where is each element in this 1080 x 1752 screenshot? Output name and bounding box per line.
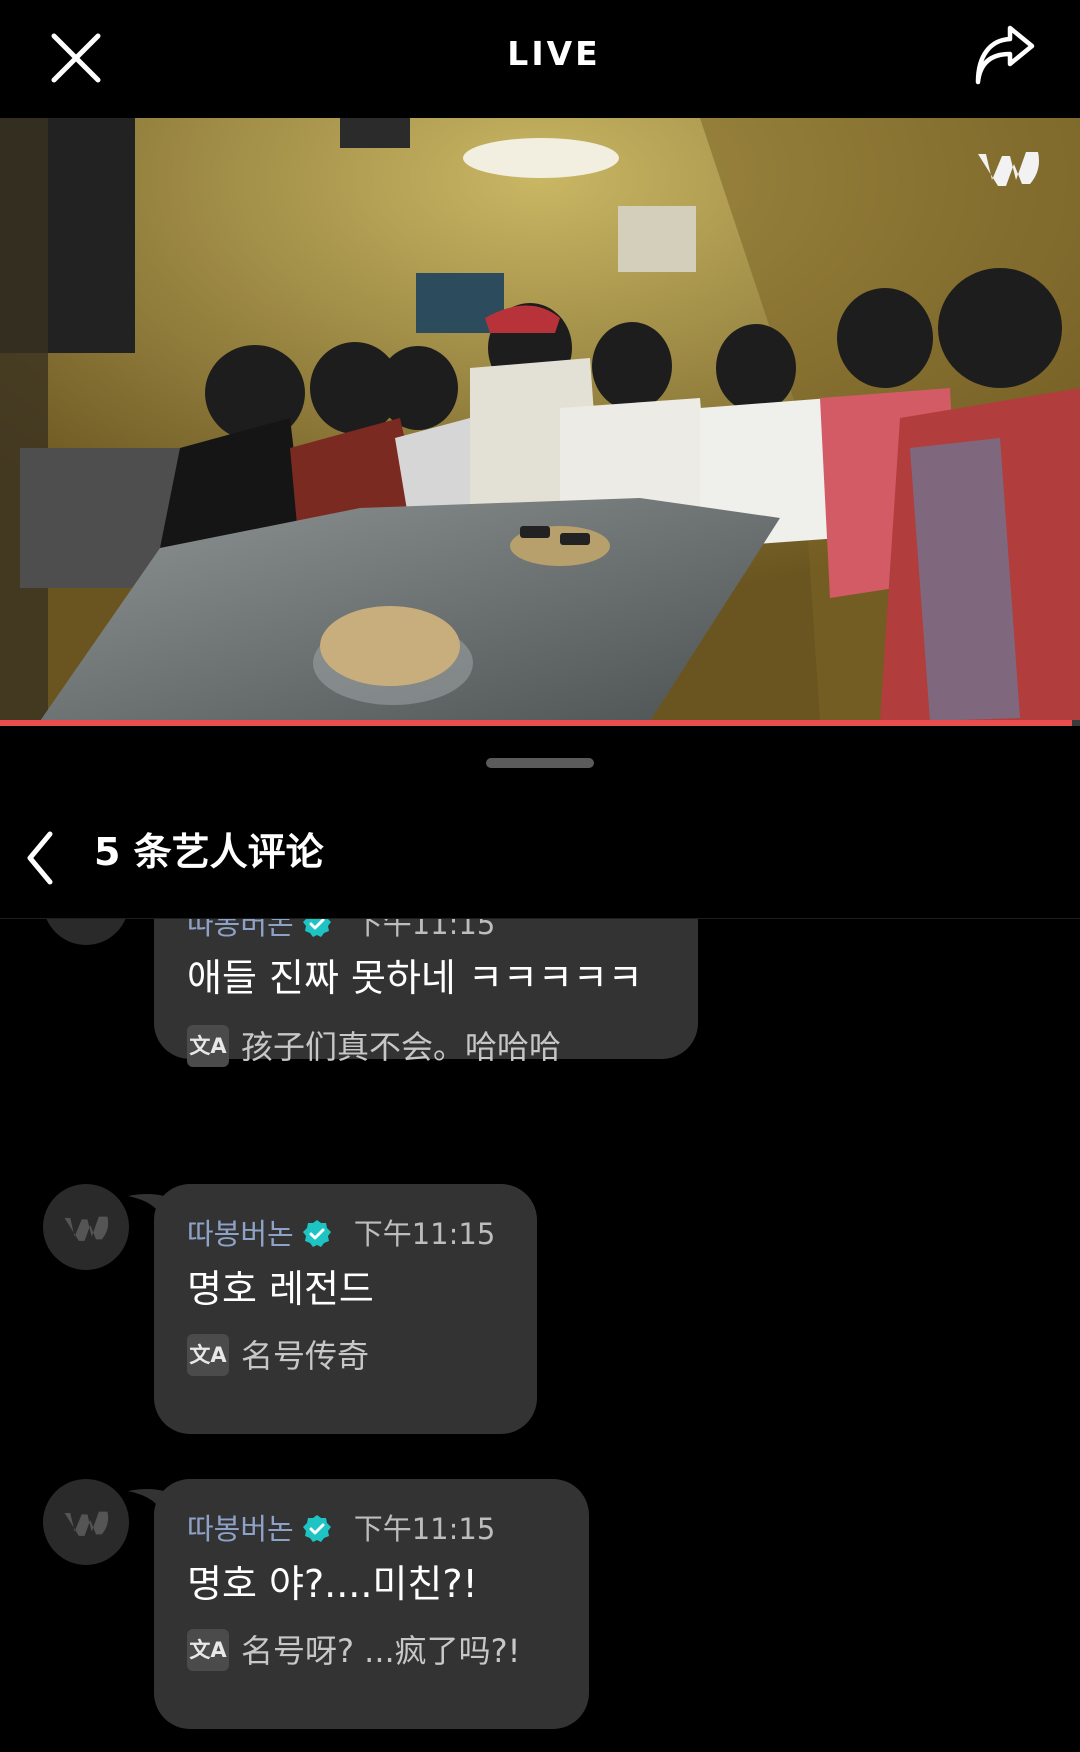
comment-meta: 따봉버논 下午11:15 (187, 1509, 495, 1549)
video-frame (0, 118, 1080, 721)
translation-text: 名号呀? ...疯了吗?! (241, 1632, 521, 1670)
comment-author[interactable]: 따봉버논 (187, 1512, 294, 1546)
weverse-watermark-icon (972, 140, 1044, 196)
video-progress-fill (0, 720, 1073, 726)
comment-translation: 文A 名号呀? ...疯了吗?! (187, 1629, 521, 1673)
verified-badge-icon (302, 1515, 331, 1542)
weverse-avatar-icon (64, 1216, 109, 1241)
avatar[interactable] (43, 919, 129, 945)
comment-author[interactable]: 따봉버논 (187, 919, 294, 941)
comment-text: 명호 야?....미친?! (187, 1562, 478, 1606)
back-button[interactable] (6, 820, 82, 896)
comment-bubble: 따봉버논 下午11:15 명호 레전드 文A 名号传奇 (154, 1184, 537, 1434)
live-title: LIVE (507, 34, 601, 73)
sheet-drag-handle[interactable] (486, 758, 594, 768)
comment-bubble: 따봉버논 下午11:15 명호 야?....미친?! 文A 名号呀? ...疯了吗?… (154, 1479, 589, 1729)
verified-badge-icon (302, 1220, 331, 1247)
share-button[interactable] (968, 22, 1040, 94)
comment-author[interactable]: 따봉버논 (187, 1217, 294, 1251)
artist-comments-list[interactable]: 따봉버논 下午11:15 애들 진짜 못하네 ㅋㅋㅋㅋㅋ 文A 孩子们真不会。哈哈哈… (0, 919, 1080, 1752)
verified-badge-icon (302, 919, 331, 937)
comment-item: 따봉버논 下午11:15 애들 진짜 못하네 ㅋㅋㅋㅋㅋ 文A 孩子们真不会。哈哈哈 (0, 919, 1080, 1067)
share-icon (975, 25, 1035, 85)
comment-item: 따봉버논 下午11:15 명호 레전드 文A 名号传奇 (0, 1184, 1080, 1434)
comment-time: 下午11:15 (353, 1217, 496, 1251)
video-progress-bar[interactable] (0, 720, 1080, 726)
comment-meta: 따봉버논 下午11:15 (187, 1214, 495, 1254)
translate-icon[interactable]: 文A (187, 1334, 229, 1376)
comment-meta: 따봉버논 下午11:15 (187, 919, 495, 944)
weverse-avatar-icon (58, 919, 114, 923)
comment-time: 下午11:15 (353, 1512, 496, 1546)
sheet-title: 5 条艺人评论 (94, 830, 324, 874)
translate-icon[interactable]: 文A (187, 1025, 229, 1067)
comment-translation: 文A 孩子们真不会。哈哈哈 (187, 1025, 561, 1069)
avatar[interactable] (43, 1479, 129, 1565)
comment-item: 따봉버논 下午11:15 명호 야?....미친?! 文A 名号呀? ...疯了吗?… (0, 1479, 1080, 1729)
comment-time: 下午11:15 (353, 919, 496, 941)
comment-bubble: 따봉버논 下午11:15 애들 진짜 못하네 ㅋㅋㅋㅋㅋ 文A 孩子们真不会。哈哈哈 (154, 919, 698, 1067)
translation-text: 名号传奇 (241, 1337, 370, 1375)
translation-text: 孩子们真不会。哈哈哈 (241, 1028, 562, 1066)
comments-sheet-header: 5 条艺人评论 (0, 800, 1080, 919)
top-bar: LIVE (0, 0, 1080, 118)
comment-text: 명호 레전드 (187, 1267, 374, 1311)
avatar[interactable] (43, 1184, 129, 1270)
chevron-left-icon (27, 831, 53, 885)
translate-icon[interactable]: 文A (187, 1629, 229, 1671)
weverse-avatar-icon (64, 1511, 109, 1536)
live-video-player[interactable] (0, 118, 1080, 721)
comment-text: 애들 진짜 못하네 ㅋㅋㅋㅋㅋ (187, 956, 643, 1000)
comment-translation: 文A 名号传奇 (187, 1334, 369, 1378)
